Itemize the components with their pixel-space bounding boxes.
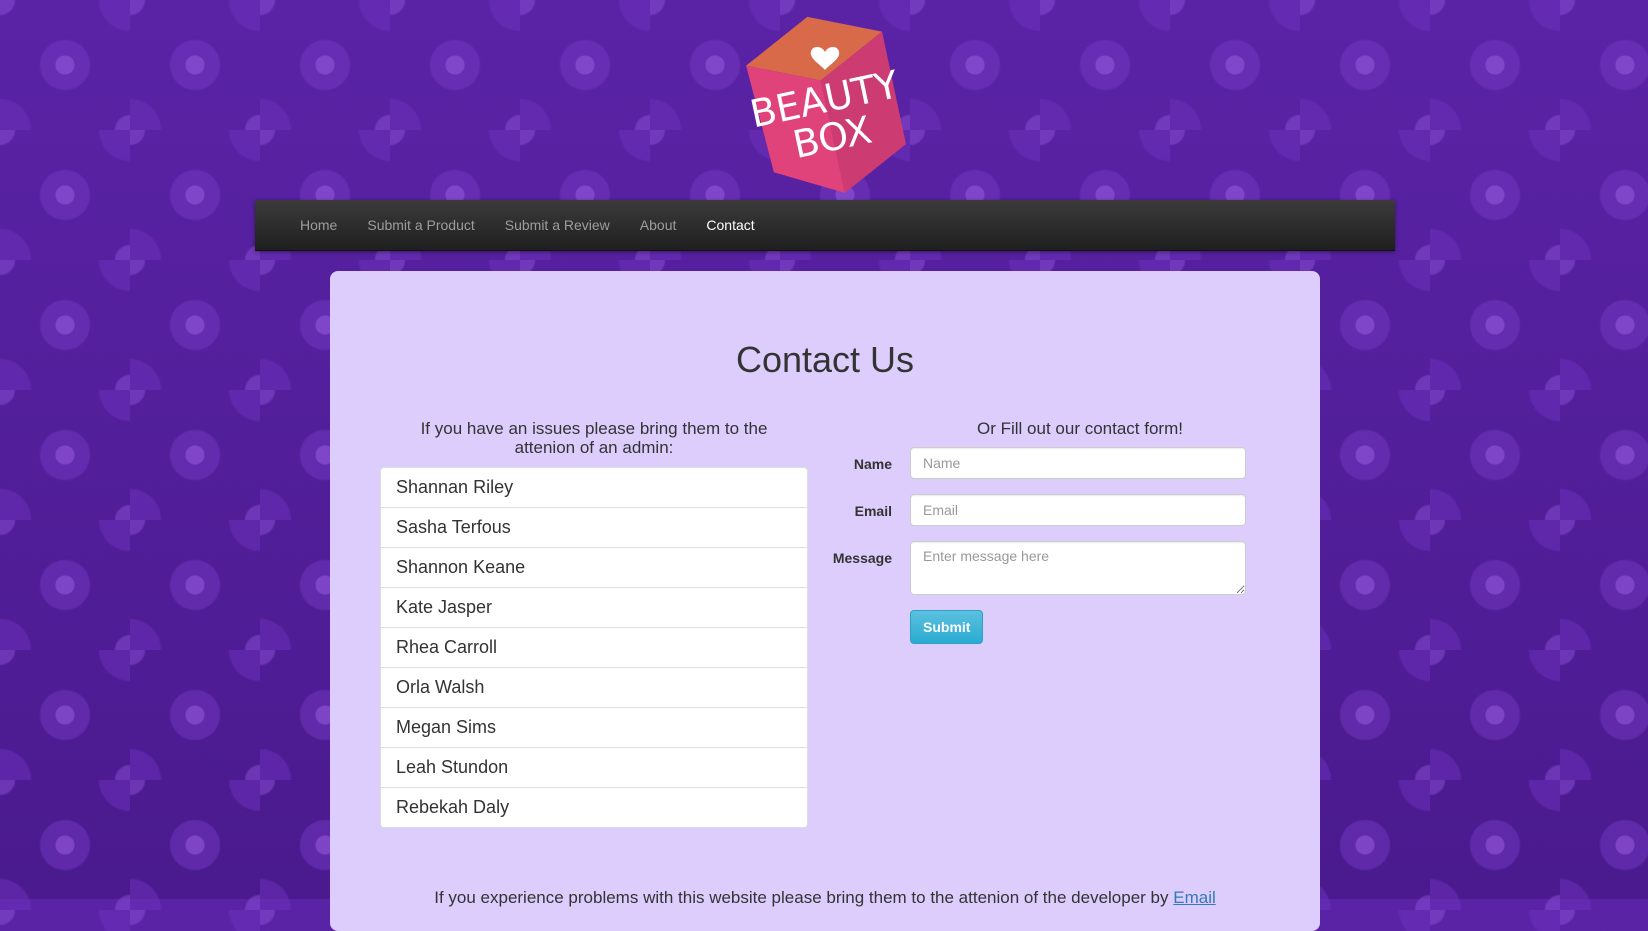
email-row: Email (830, 494, 1270, 526)
nav-submit-review-link[interactable]: Submit a Review (490, 200, 625, 250)
contact-panel: Contact Us If you have an issues please … (330, 271, 1320, 931)
nav-list: Home Submit a Product Submit a Review Ab… (255, 200, 1395, 250)
name-label: Name (853, 456, 892, 472)
beauty-box-logo[interactable]: BEAUTY BOX (725, 0, 925, 198)
email-input[interactable] (910, 494, 1246, 526)
admin-list-item: Sasha Terfous (381, 508, 807, 548)
footer-note: If you experience problems with this web… (330, 888, 1320, 908)
admin-list-item: Rhea Carroll (381, 628, 807, 668)
contact-form-section: Or Fill out our contact form! Name Email… (830, 419, 1270, 644)
admin-list-item: Orla Walsh (381, 668, 807, 708)
admin-list-item: Megan Sims (381, 708, 807, 748)
admin-list-item: Kate Jasper (381, 588, 807, 628)
email-developer-link[interactable]: Email (1173, 888, 1216, 907)
contact-form: Name Email Message Submit (830, 447, 1270, 644)
email-label: Email (854, 503, 892, 519)
nav-contact-link[interactable]: Contact (691, 200, 769, 250)
admin-list-item: Shannan Riley (381, 468, 807, 508)
nav-about-link[interactable]: About (625, 200, 692, 250)
submit-button[interactable]: Submit (910, 610, 984, 644)
page-title: Contact Us (735, 339, 915, 380)
nav-submit-product-link[interactable]: Submit a Product (352, 200, 489, 250)
message-label: Message (832, 550, 892, 566)
nav-home-link[interactable]: Home (285, 200, 352, 250)
admin-list-item: Rebekah Daly (396, 797, 510, 817)
admin-list: Shannan Riley Sasha Terfous Shannon Kean… (380, 467, 808, 828)
name-row: Name (830, 447, 1270, 479)
message-row: Message (830, 541, 1270, 595)
name-input[interactable] (910, 447, 1246, 479)
admin-list-item: Leah Stundon (381, 748, 807, 788)
top-navbar: Home Submit a Product Submit a Review Ab… (255, 200, 1395, 251)
admins-section: If you have an issues please bring them … (380, 419, 808, 828)
admin-list-item: Shannon Keane (381, 548, 807, 588)
admins-intro: If you have an issues please bring them … (420, 419, 768, 457)
message-textarea[interactable] (910, 541, 1246, 595)
footer-text: If you experience problems with this web… (434, 888, 1174, 907)
form-intro: Or Fill out our contact form! (977, 419, 1183, 438)
